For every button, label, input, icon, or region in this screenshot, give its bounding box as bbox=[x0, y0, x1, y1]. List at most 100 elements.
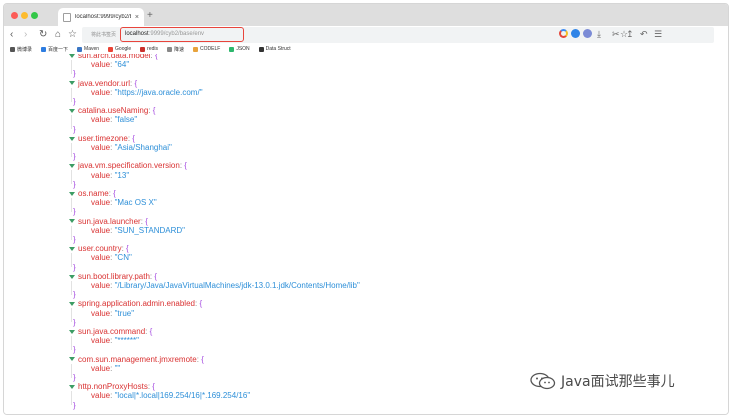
bookmark-item[interactable]: Data Struct bbox=[258, 46, 291, 52]
entry-value-line: value: "******" bbox=[69, 336, 360, 345]
wechat-logo-icon bbox=[530, 372, 556, 390]
url-field[interactable]: localhost:9999/cyb2/base/env bbox=[120, 27, 244, 42]
json-entry: sun.boot.library.path: {value: "/Library… bbox=[69, 272, 360, 300]
download-icon[interactable]: ⤓ bbox=[597, 28, 601, 40]
chrome-extension-icon[interactable] bbox=[559, 29, 568, 38]
bookmark-item[interactable]: Google bbox=[108, 46, 131, 52]
collapse-toggle-icon[interactable] bbox=[69, 219, 75, 224]
entry-header: sun.java.launcher: { bbox=[69, 217, 360, 226]
entry-value: "64" bbox=[114, 60, 130, 70]
entry-header: os.name: { bbox=[69, 189, 360, 198]
entry-footer: } bbox=[69, 235, 360, 244]
collapse-toggle-icon[interactable] bbox=[69, 54, 75, 58]
indent-guide bbox=[71, 142, 72, 157]
tab-close-icon[interactable]: × bbox=[135, 14, 139, 21]
extension-purple-icon[interactable] bbox=[583, 29, 592, 38]
cut-icon[interactable]: ✂ bbox=[612, 28, 620, 40]
collapse-toggle-icon[interactable] bbox=[69, 136, 75, 141]
menu-icon[interactable]: ☰ bbox=[654, 28, 662, 40]
entry-key: catalina.useNaming bbox=[78, 106, 149, 116]
entry-header: user.timezone: { bbox=[69, 134, 360, 143]
entry-value: "https://java.oracle.com/" bbox=[114, 87, 203, 97]
collapse-toggle-icon[interactable] bbox=[69, 81, 75, 86]
colon: : bbox=[150, 54, 153, 60]
colon: : bbox=[110, 87, 113, 97]
page-icon bbox=[63, 12, 71, 22]
value-key: value bbox=[91, 225, 111, 235]
entry-value-line: value: "Asia/Shanghai" bbox=[69, 143, 360, 152]
home-icon[interactable]: ⌂ bbox=[55, 28, 61, 42]
entry-value-line: value: "CN" bbox=[69, 253, 360, 262]
collapse-toggle-icon[interactable] bbox=[69, 247, 75, 252]
bookmark-label: Google bbox=[115, 46, 132, 52]
collapse-toggle-icon[interactable] bbox=[69, 329, 75, 334]
entry-header: sun.boot.library.path: { bbox=[69, 272, 360, 281]
tab-title: localhost:9999/cyb2/base/env bbox=[75, 14, 131, 20]
close-brace: } bbox=[73, 372, 76, 382]
value-key: value bbox=[91, 308, 111, 318]
bookmark-item[interactable]: 微博录 bbox=[10, 46, 32, 53]
indent-guide bbox=[71, 115, 72, 130]
value-key: value bbox=[91, 60, 111, 70]
json-entry: os.name: {value: "Mac OS X"} bbox=[69, 189, 360, 217]
json-entry: sun.java.command: {value: "******"} bbox=[69, 327, 360, 355]
back-icon[interactable]: ‹ bbox=[10, 28, 13, 42]
bookmark-item[interactable]: CODELF bbox=[193, 46, 220, 52]
close-brace: } bbox=[73, 152, 76, 162]
value-key: value bbox=[91, 363, 111, 373]
colon: : bbox=[148, 106, 151, 116]
bookmark-item[interactable]: 降速 bbox=[167, 46, 184, 53]
minimize-window-button[interactable] bbox=[21, 12, 28, 19]
undo-icon[interactable]: ↶ bbox=[640, 28, 648, 40]
close-brace: } bbox=[73, 345, 76, 355]
entry-value: "/Library/Java/JavaVirtualMachines/jdk-1… bbox=[114, 280, 360, 290]
colon: : bbox=[140, 216, 143, 226]
colon: : bbox=[194, 299, 198, 309]
entry-footer: } bbox=[69, 401, 360, 410]
bookmark-item[interactable]: redis bbox=[140, 46, 158, 52]
collapse-toggle-icon[interactable] bbox=[69, 109, 75, 114]
indent-guide bbox=[71, 363, 72, 378]
colon: : bbox=[110, 115, 113, 125]
share-icon[interactable]: ↥ bbox=[626, 28, 634, 40]
collapse-toggle-icon[interactable] bbox=[69, 302, 75, 307]
bookmark-item[interactable]: JSON bbox=[229, 46, 250, 52]
bookmark-favicon-icon bbox=[108, 46, 114, 52]
extension-blue-icon[interactable] bbox=[571, 29, 580, 38]
colon: : bbox=[196, 354, 199, 364]
open-brace: { bbox=[201, 354, 204, 364]
indent-guide bbox=[71, 87, 72, 102]
entry-header: http.nonProxyHosts: { bbox=[69, 382, 360, 391]
bookmark-star-icon[interactable]: ☆ bbox=[68, 28, 77, 42]
collapse-toggle-icon[interactable] bbox=[69, 274, 75, 279]
close-window-button[interactable] bbox=[11, 12, 18, 19]
indent-guide bbox=[71, 60, 72, 74]
bookmark-item[interactable]: 百度一下 bbox=[41, 46, 68, 53]
entry-key: user.timezone bbox=[78, 133, 128, 143]
json-entry: sun.java.launcher: {value: "SUN_STANDARD… bbox=[69, 217, 360, 245]
colon: : bbox=[110, 280, 113, 290]
entry-key: sun.boot.library.path bbox=[78, 271, 150, 281]
forward-icon[interactable]: › bbox=[24, 28, 27, 42]
json-entry: spring.application.admin.enabled: {value… bbox=[69, 299, 360, 327]
new-tab-button[interactable]: + bbox=[147, 11, 153, 21]
collapse-toggle-icon[interactable] bbox=[69, 357, 75, 362]
collapse-toggle-icon[interactable] bbox=[69, 191, 75, 196]
bookmark-favicon-icon bbox=[167, 46, 173, 52]
entry-header: java.vm.specification.version: { bbox=[69, 161, 360, 170]
colon: : bbox=[149, 271, 153, 281]
entry-value: "******" bbox=[114, 336, 139, 346]
collapse-toggle-icon[interactable] bbox=[69, 164, 75, 169]
entry-footer: } bbox=[69, 180, 360, 189]
bookmark-item[interactable]: Maven bbox=[77, 46, 99, 52]
entry-value: "false" bbox=[114, 115, 138, 125]
reload-icon[interactable]: ↻ bbox=[39, 28, 47, 42]
entry-key: sun.java.launcher bbox=[78, 216, 141, 226]
tab-strip: localhost:9999/cyb2/base/env × + bbox=[4, 4, 728, 26]
entry-footer: } bbox=[69, 152, 360, 161]
json-entry: java.vm.specification.version: {value: "… bbox=[69, 161, 360, 189]
maximize-window-button[interactable] bbox=[31, 12, 38, 19]
collapse-toggle-icon[interactable] bbox=[69, 385, 75, 390]
json-entry: com.sun.management.jmxremote: {value: ""… bbox=[69, 355, 360, 383]
tab-active[interactable]: localhost:9999/cyb2/base/env × bbox=[58, 8, 144, 26]
